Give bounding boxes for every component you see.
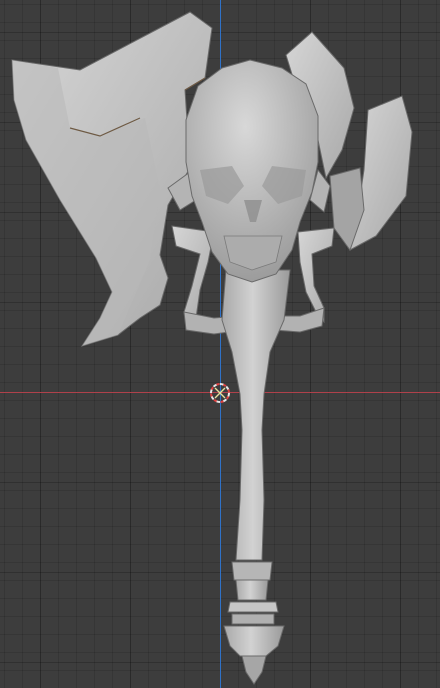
3d-viewport[interactable] — [0, 0, 440, 688]
3d-cursor-icon[interactable] — [209, 382, 231, 404]
skull-mace-mesh[interactable] — [0, 0, 440, 688]
handle-shaft — [221, 269, 291, 561]
pommel — [223, 561, 285, 685]
